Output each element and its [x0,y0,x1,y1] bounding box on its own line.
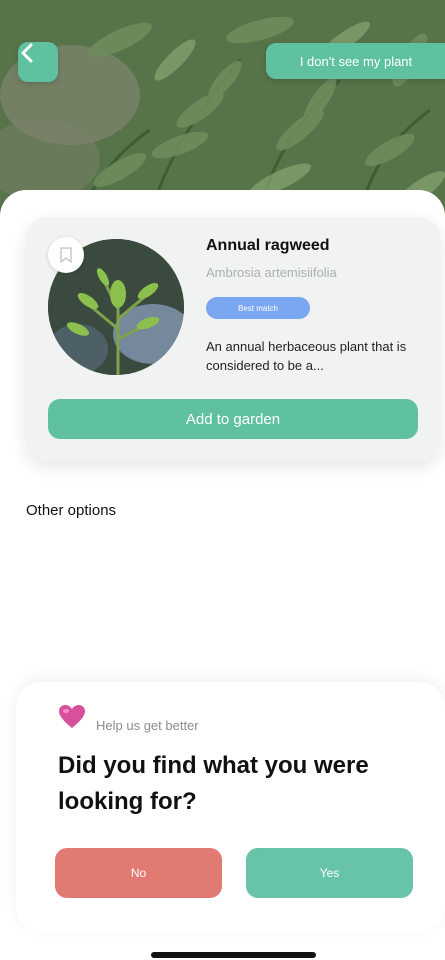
foliage-illustration [0,0,445,215]
heart-icon [59,705,85,728]
dont-see-my-plant-button[interactable]: I don't see my plant [266,43,445,79]
dont-see-my-plant-label: I don't see my plant [299,53,413,69]
plant-photo-background: I don't see my plant [0,0,445,215]
add-to-garden-button[interactable]: Add to garden [48,399,418,439]
no-label: No [130,866,147,880]
feedback-question: Did you find what you were looking for? [58,752,369,815]
plant-name: Annual ragweed [206,237,330,254]
bookmark-icon [60,247,72,263]
plant-description: An annual herbaceous plant that is consi… [206,339,407,373]
plant-scientific-name: Ambrosia artemisiifolia [206,265,337,280]
no-button[interactable]: No [55,848,222,898]
add-to-garden-label: Add to garden [185,410,281,428]
help-us-text: Help us get better [96,718,199,733]
other-options-heading: Other options [26,502,117,519]
home-indicator[interactable] [151,952,316,958]
best-match-card[interactable]: Annual ragweed Ambrosia artemisiifolia B… [26,217,440,461]
best-match-badge: Best match [206,297,310,319]
bookmark-button[interactable] [48,237,84,273]
yes-button[interactable]: Yes [246,848,413,898]
chevron-left-icon [21,43,33,63]
feedback-card: Help us get better Did you find what you… [16,682,445,932]
back-button[interactable] [18,42,58,82]
yes-label: Yes [319,866,340,880]
